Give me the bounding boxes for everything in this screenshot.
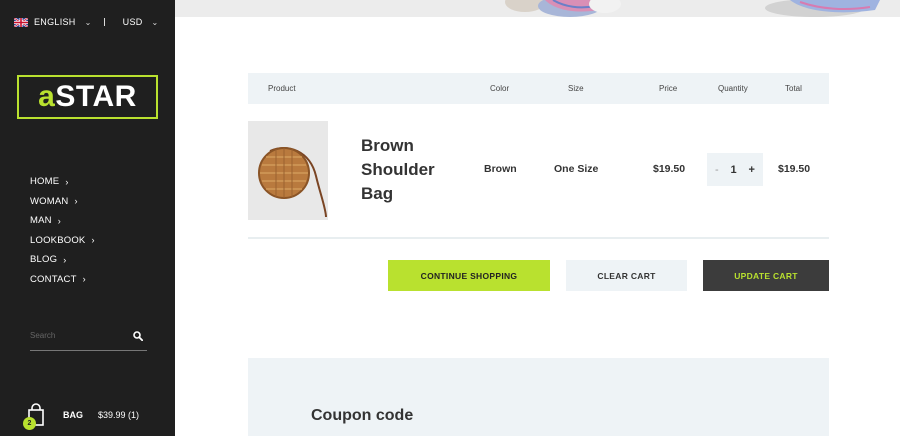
product-total: $19.50 <box>778 163 811 175</box>
language-selector[interactable]: ENGLISH ⌄ <box>14 17 92 27</box>
chevron-right-icon: › <box>91 235 95 246</box>
product-size: One Size <box>554 163 599 175</box>
nav-item-blog[interactable]: BLOG › <box>30 250 95 270</box>
search-input[interactable] <box>30 325 130 346</box>
bag-count-badge: 2 <box>23 417 36 430</box>
continue-shopping-button[interactable]: CONTINUE SHOPPING <box>388 260 550 291</box>
topbar: ENGLISH ⌄ USD ⌄ <box>14 14 161 30</box>
logo-text: STAR <box>55 80 137 113</box>
bag-total: $39.99 (1) <box>98 410 140 420</box>
nav-item-label: LOOKBOOK <box>30 234 86 246</box>
update-cart-button[interactable]: UPDATE CART <box>703 260 829 291</box>
chevron-right-icon: › <box>74 196 78 207</box>
product-color: Brown <box>484 163 517 175</box>
chevron-right-icon: › <box>57 215 61 226</box>
currency-label: USD <box>122 17 143 27</box>
header-color: Color <box>490 84 510 93</box>
nav-item-contact[interactable]: CONTACT › <box>30 270 95 290</box>
nav-item-label: HOME <box>30 176 60 188</box>
header-product: Product <box>268 84 296 93</box>
product-name[interactable]: Brown Shoulder Bag <box>361 134 461 206</box>
header-price: Price <box>659 84 678 93</box>
header-quantity: Quantity <box>718 84 748 93</box>
search-icon[interactable] <box>133 331 143 341</box>
nav-item-home[interactable]: HOME › <box>30 172 95 192</box>
nav-item-label: BLOG <box>30 254 58 266</box>
sidebar: ENGLISH ⌄ USD ⌄ a STAR HOME › WOMAN › MAN › … <box>0 0 175 436</box>
product-image[interactable] <box>248 121 328 220</box>
hero-banner <box>175 0 900 17</box>
hero-image <box>175 0 900 17</box>
bag-label: BAG <box>63 410 83 420</box>
product-price: $19.50 <box>653 163 686 175</box>
search-box <box>30 325 147 351</box>
nav-item-label: MAN <box>30 215 52 227</box>
clear-cart-button[interactable]: CLEAR CART <box>566 260 687 291</box>
nav-item-woman[interactable]: WOMAN › <box>30 192 95 212</box>
decrease-quantity-button[interactable]: - <box>715 164 719 176</box>
shoulder-bag-image <box>248 121 328 220</box>
chevron-down-icon: ⌄ <box>151 17 159 27</box>
logo[interactable]: a STAR <box>17 75 158 119</box>
bag-icon-wrapper: 2 <box>23 402 48 430</box>
nav-item-man[interactable]: MAN › <box>30 211 95 231</box>
quantity-stepper: - 1 + <box>707 153 763 186</box>
coupon-panel: Coupon code <box>248 358 829 436</box>
logo-accent: a <box>38 80 56 113</box>
nav-item-label: CONTACT <box>30 273 77 285</box>
chevron-right-icon: › <box>65 176 69 187</box>
coupon-title: Coupon code <box>311 407 414 424</box>
cart-divider <box>248 237 829 239</box>
chevron-down-icon: ⌄ <box>84 17 92 27</box>
currency-selector[interactable]: USD ⌄ <box>123 17 159 27</box>
header-size: Size <box>568 84 584 93</box>
nav-item-label: WOMAN <box>30 195 69 207</box>
chevron-right-icon: › <box>82 274 86 285</box>
bag-summary[interactable]: 2 BAG $39.99 (1) <box>23 400 140 430</box>
language-label: ENGLISH <box>34 17 76 27</box>
increase-quantity-button[interactable]: + <box>749 164 755 176</box>
header-total: Total <box>785 84 802 93</box>
nav-item-lookbook[interactable]: LOOKBOOK › <box>30 231 95 251</box>
chevron-right-icon: › <box>63 254 67 265</box>
main-nav: HOME › WOMAN › MAN › LOOKBOOK › BLOG › CONTAC… <box>30 172 95 289</box>
quantity-value[interactable]: 1 <box>731 164 737 176</box>
topbar-divider <box>103 18 105 26</box>
uk-flag-icon <box>14 17 28 27</box>
cart-table-header: Product Color Size Price Quantity Total <box>248 73 829 104</box>
